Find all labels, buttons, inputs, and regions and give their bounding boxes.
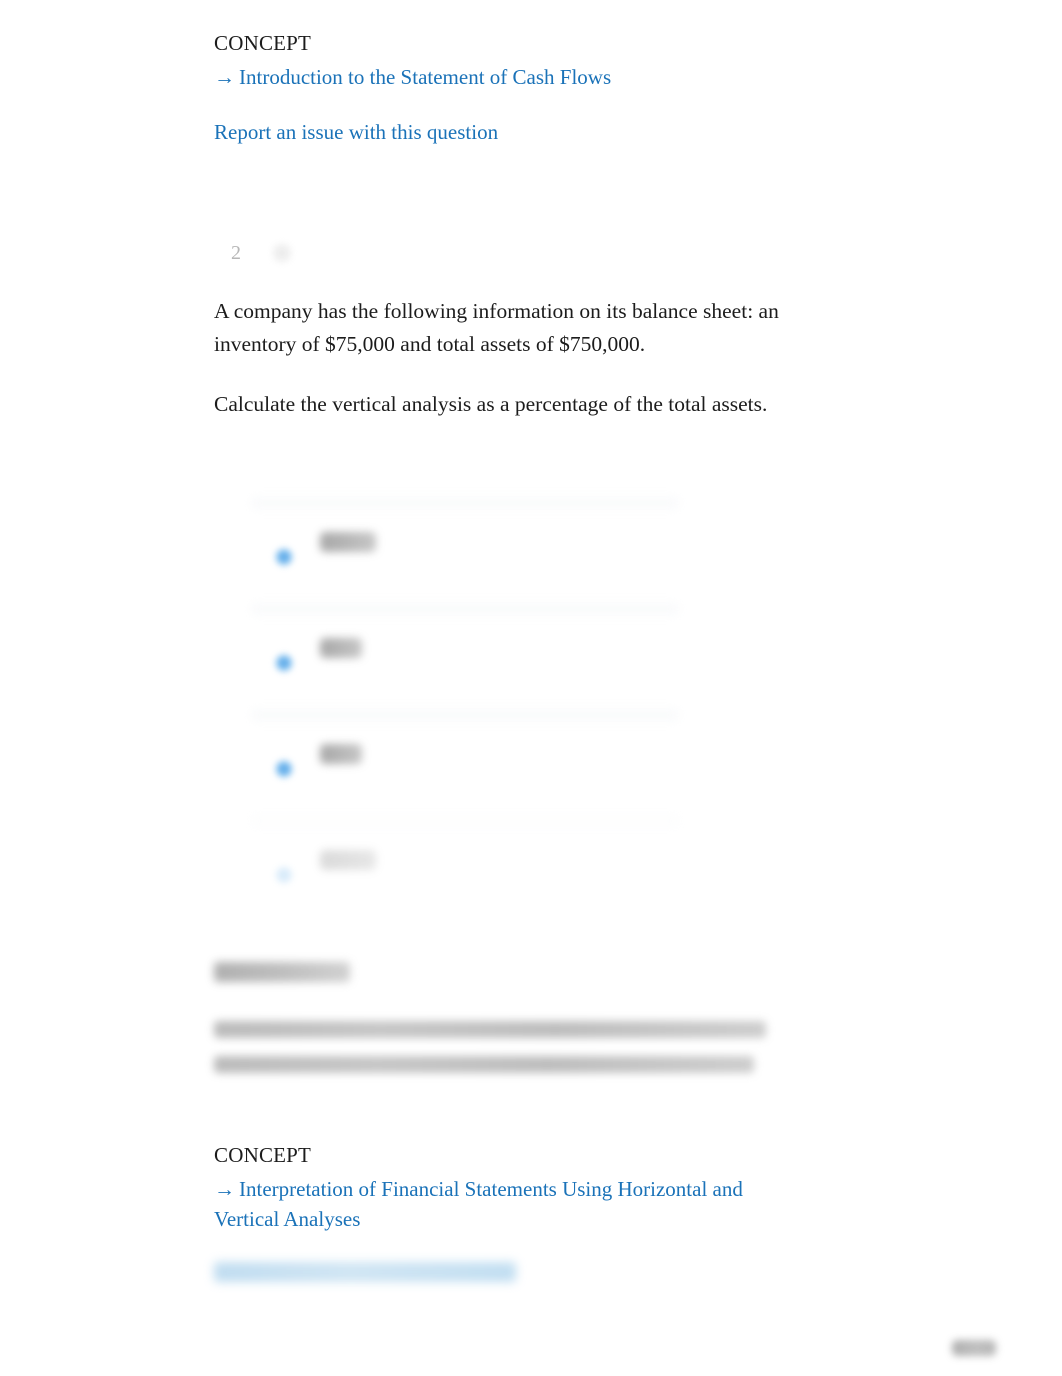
question-number: 2 [231,242,241,264]
option-label-a [320,532,376,552]
option-divider [250,814,680,828]
option-radio-d[interactable] [275,866,293,884]
arrow-icon: → [214,65,235,89]
arrow-icon: → [214,1177,235,1201]
concept-heading-top: CONCEPT [214,31,312,55]
rationale-line-1-text [0,0,1,1]
option-label-b-text [245,598,246,599]
answer-option-row[interactable] [245,492,685,588]
corner-badge-text [0,0,1,1]
corner-badge[interactable] [952,1340,996,1356]
rationale-heading [214,962,350,982]
document-page: CONCEPT → Introduction to the Statement o… [0,0,1062,1376]
answer-option-row[interactable] [245,810,685,906]
option-radio-c[interactable] [275,760,293,778]
option-label-b [320,638,362,658]
option-divider [250,602,680,616]
option-label-c-text [245,704,246,705]
report-issue-link-bottom[interactable] [214,1262,516,1282]
option-label-c [320,744,362,764]
question-prompt-line-2: Calculate the vertical analysis as a per… [214,392,768,416]
answer-option-row[interactable] [245,598,685,694]
option-divider [250,496,680,510]
rationale-text-line-1 [214,1021,766,1038]
question-status-icon [271,242,293,264]
report-issue-bottom-text [0,0,1,1]
option-divider [250,708,680,722]
option-label-d-text [245,810,246,811]
answer-option-row[interactable] [245,704,685,800]
option-radio-a[interactable] [275,548,293,566]
rationale-text-line-2 [214,1056,754,1073]
rationale-line-2-text [0,0,1,1]
rationale-heading-text [0,0,1,1]
option-label-d [320,850,376,870]
concept-link-bottom-label: Interpretation of Financial Statements U… [214,1177,743,1231]
concept-link-vertical-analyses[interactable]: → Interpretation of Financial Statements … [214,1174,784,1234]
report-issue-link-top[interactable]: Report an issue with this question [214,118,498,146]
question-prompt-line-1: A company has the following information … [214,299,779,356]
answer-options-list [245,492,685,892]
concept-heading-bottom: CONCEPT [214,1143,312,1167]
option-label-a-text [245,492,246,493]
option-radio-b[interactable] [275,654,293,672]
concept-link-top-label: Introduction to the Statement of Cash Fl… [239,65,612,89]
concept-link-cash-flows[interactable]: → Introduction to the Statement of Cash F… [214,62,814,92]
